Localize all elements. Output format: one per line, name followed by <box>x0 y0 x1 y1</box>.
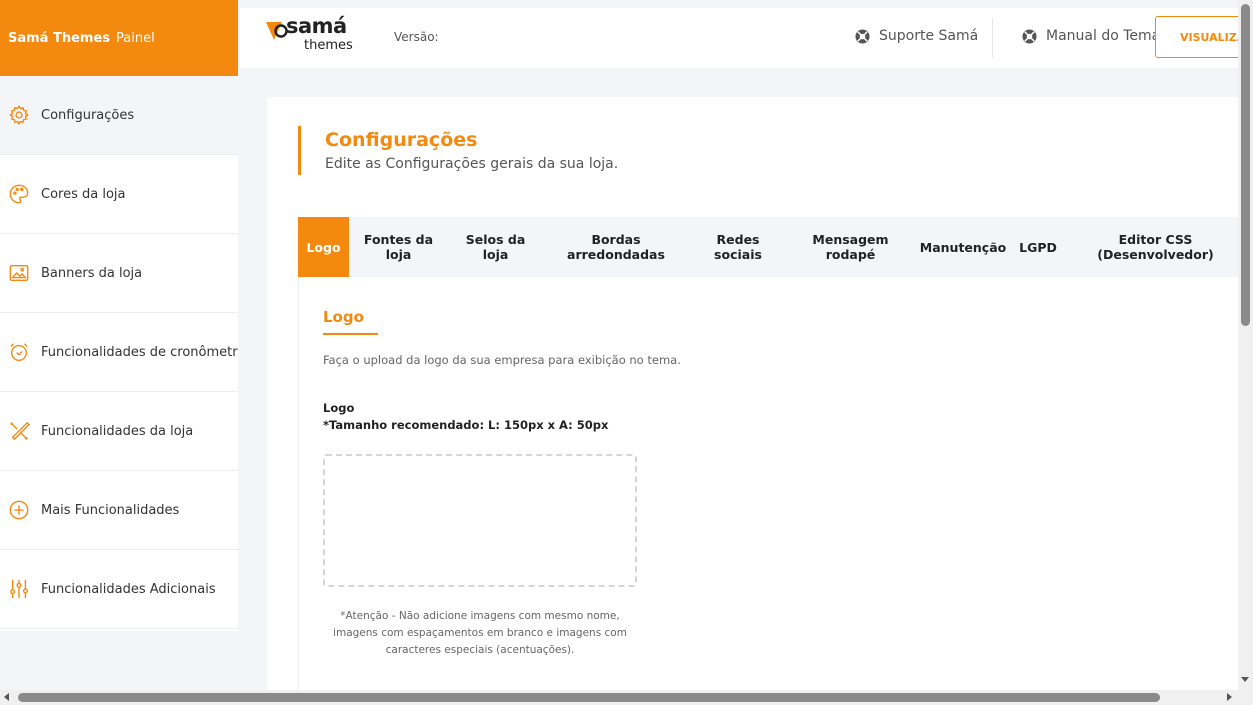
sidebar-item-configuracoes[interactable]: Configurações <box>0 76 238 155</box>
sidebar-item-label: Configurações <box>41 107 135 123</box>
main-card: Configurações Edite as Configurações ger… <box>267 97 1238 697</box>
logo-text-bottom: themes <box>304 38 353 53</box>
panel-label: Painel <box>116 30 155 46</box>
manual-link[interactable]: Manual do Tema <box>1022 28 1160 44</box>
logo-upload-dropzone[interactable] <box>323 454 637 587</box>
tab-logo[interactable]: Logo <box>298 217 349 277</box>
page-header: Configurações Edite as Configurações ger… <box>298 126 618 175</box>
tab-lgpd[interactable]: LGPD <box>1013 217 1063 277</box>
page-subtitle: Edite as Configurações gerais da sua loj… <box>325 156 619 172</box>
brand-name: Samá Themes <box>8 30 111 46</box>
horizontal-scrollbar[interactable] <box>0 690 1253 705</box>
settings-tabs: Logo Fontes da loja Selos da loja Bordas… <box>298 217 1238 277</box>
page-title: Configurações <box>325 129 478 151</box>
manual-link-label: Manual do Tema <box>1046 28 1161 44</box>
tools-icon <box>10 421 30 441</box>
tab-selos[interactable]: Selos da loja <box>458 217 533 277</box>
preview-button[interactable]: VISUALIZAR <box>1155 16 1245 58</box>
logo-section: Logo Faça o upload da logo da sua empres… <box>298 277 1238 697</box>
section-description: Faça o upload da logo da sua empresa par… <box>323 353 681 367</box>
section-title: Logo <box>323 308 364 326</box>
upload-warning: *Atenção - Não adicione imagens com mesm… <box>333 610 627 656</box>
image-icon <box>9 264 29 282</box>
tab-redes-sociais[interactable]: Redes sociais <box>698 217 778 277</box>
sliders-icon <box>10 579 28 599</box>
scroll-right-arrow-icon[interactable] <box>1227 693 1232 701</box>
tab-editor-css[interactable]: Editor CSS (Desenvolvedor) <box>1088 217 1223 277</box>
sidebar-item-cronometro[interactable]: Funcionalidades de cronômetro <box>0 313 238 392</box>
sidebar-header: Samá Themes Painel <box>0 0 238 76</box>
sidebar-item-label: Funcionalidades da loja <box>41 423 194 439</box>
palette-icon <box>9 184 29 204</box>
lifebuoy-icon <box>855 28 870 44</box>
tab-fontes[interactable]: Fontes da loja <box>361 217 436 277</box>
sidebar-item-label: Banners da loja <box>41 265 143 281</box>
scroll-down-arrow-icon[interactable] <box>1241 677 1249 682</box>
horizontal-scroll-thumb[interactable] <box>18 693 1160 702</box>
logo-text-top: samá <box>286 14 347 38</box>
header-divider <box>992 18 993 58</box>
sidebar-item-label: Funcionalidades Adicionais <box>41 581 216 597</box>
sidebar-item-banners[interactable]: Banners da loja <box>0 234 238 313</box>
scroll-left-arrow-icon[interactable] <box>4 693 9 701</box>
tab-bordas[interactable]: Bordas arredondadas <box>556 217 676 277</box>
sidebar-item-mais-funcionalidades[interactable]: Mais Funcionalidades <box>0 471 238 550</box>
sidebar-item-label: Mais Funcionalidades <box>41 502 180 518</box>
sidebar-item-label: Cores da loja <box>41 186 126 202</box>
sidebar-item-label: Funcionalidades de cronômetro <box>41 344 238 360</box>
sidebar: Configurações Cores da loja Banners da l… <box>0 76 238 631</box>
sidebar-item-cores[interactable]: Cores da loja <box>0 155 238 234</box>
tab-mensagem-rodape[interactable]: Mensagem rodapé <box>803 217 898 277</box>
alarm-clock-icon <box>10 343 28 361</box>
support-link[interactable]: Suporte Samá <box>855 28 978 44</box>
gear-icon <box>9 105 29 125</box>
plus-circle-icon <box>9 500 29 520</box>
sidebar-item-adicionais[interactable]: Funcionalidades Adicionais <box>0 550 238 629</box>
section-title-underline <box>323 333 378 335</box>
vertical-scroll-thumb[interactable] <box>1241 4 1250 326</box>
support-link-label: Suporte Samá <box>879 28 979 44</box>
lifebuoy-icon <box>1022 28 1037 44</box>
sama-logo[interactable]: samá themes <box>266 14 361 60</box>
tab-manutencao[interactable]: Manutenção <box>918 217 1008 277</box>
sidebar-item-funcionalidades-loja[interactable]: Funcionalidades da loja <box>0 392 238 471</box>
vertical-scrollbar[interactable] <box>1238 0 1253 690</box>
logo-field-label: Logo <box>323 401 355 415</box>
logo-size-hint: *Tamanho recomendado: L: 150px x A: 50px <box>323 418 609 432</box>
version-label: Versão: <box>394 30 439 44</box>
top-header: samá themes Versão: Suporte Samá Manual … <box>240 8 1245 68</box>
